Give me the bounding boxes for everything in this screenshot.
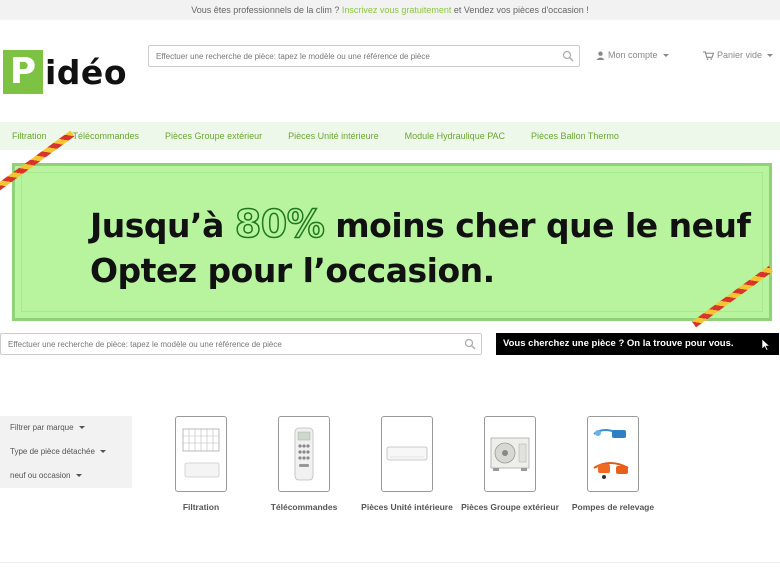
promo-banner[interactable]: Jusqu’à 80% moins cher que le neuf Optez… xyxy=(12,163,772,321)
nav-item-module-hydraulique[interactable]: Module Hydraulique PAC xyxy=(405,131,505,141)
category-label[interactable]: Pièces Unité intérieure xyxy=(352,501,462,513)
category-card-filtration[interactable]: Filtration xyxy=(146,416,256,513)
category-thumbnail[interactable] xyxy=(175,416,227,492)
pump-icon xyxy=(593,429,629,479)
banner-percentage: 80% xyxy=(234,201,325,247)
search-icon[interactable] xyxy=(464,338,476,350)
indoor-unit-icon xyxy=(386,446,428,461)
filter-brand-dropdown[interactable]: Filtrer par marque xyxy=(0,422,132,446)
banner-headline-end: moins cher que le neuf xyxy=(324,206,751,245)
banner-subheadline: Optez pour l’occasion. xyxy=(90,251,495,290)
header-search-input[interactable] xyxy=(149,46,579,67)
signup-link[interactable]: Inscrivez vous gratuitement xyxy=(342,5,452,15)
main-search-box xyxy=(0,333,482,355)
category-thumbnail[interactable] xyxy=(587,416,639,492)
category-thumbnail[interactable] xyxy=(381,416,433,492)
announcement-text-end: et Vendez vos pièces d'occasion ! xyxy=(451,5,589,15)
announcement-text: Vous êtes professionnels de la clim ? xyxy=(191,5,342,15)
header-search-box xyxy=(148,45,580,67)
banner-headline-start: Jusqu’à xyxy=(90,206,235,245)
category-label[interactable]: Pompes de relevage xyxy=(558,501,668,513)
chevron-down-icon xyxy=(662,53,669,57)
account-menu[interactable]: Mon compte xyxy=(596,50,669,60)
nav-item-unite-interieure[interactable]: Pièces Unité intérieure xyxy=(288,131,379,141)
cart-icon xyxy=(703,50,714,60)
category-card-groupe-exterieur[interactable]: Pièces Groupe extérieur xyxy=(455,416,565,513)
category-card-unite-interieure[interactable]: Pièces Unité intérieure xyxy=(352,416,462,513)
divider xyxy=(0,562,780,563)
account-label: Mon compte xyxy=(608,50,658,60)
part-request-label: Vous cherchez une pièce ? On la trouve p… xyxy=(503,338,734,349)
filter-part-type-dropdown[interactable]: Type de pièce détachée xyxy=(0,446,132,470)
nav-item-groupe-exterieur[interactable]: Pièces Groupe extérieur xyxy=(165,131,262,141)
main-search-input[interactable] xyxy=(1,334,481,355)
nav-item-telecommandes[interactable]: Télécommandes xyxy=(73,131,140,141)
logo-text: idéo xyxy=(45,52,127,92)
category-thumbnail[interactable] xyxy=(484,416,536,492)
search-icon[interactable] xyxy=(562,50,574,62)
category-label[interactable]: Filtration xyxy=(146,501,256,513)
filter-condition-dropdown[interactable]: neuf ou occasion xyxy=(0,470,132,494)
filter-panel: Filtrer par marque Type de pièce détaché… xyxy=(0,416,132,488)
category-thumbnail[interactable] xyxy=(278,416,330,492)
chevron-down-icon xyxy=(75,474,82,478)
cart-label: Panier vide xyxy=(717,50,763,60)
chevron-down-icon xyxy=(767,53,774,57)
filter-part-type-label: Type de pièce détachée xyxy=(10,447,95,456)
filter-condition-label: neuf ou occasion xyxy=(10,471,71,480)
chevron-down-icon xyxy=(78,426,85,430)
banner-headline: Jusqu’à 80% moins cher que le neuf xyxy=(90,201,751,247)
category-card-pompes-relevage[interactable]: Pompes de relevage xyxy=(558,416,668,513)
part-request-button[interactable]: Vous cherchez une pièce ? On la trouve p… xyxy=(496,333,779,355)
nav-item-filtration[interactable]: Filtration xyxy=(12,131,47,141)
category-card-telecommandes[interactable]: Télécommandes xyxy=(249,416,359,513)
top-announcement-bar: Vous êtes professionnels de la clim ? In… xyxy=(0,0,780,20)
cart-menu[interactable]: Panier vide xyxy=(703,50,774,60)
category-label[interactable]: Pièces Groupe extérieur xyxy=(455,501,565,513)
category-nav: Filtration Télécommandes Pièces Groupe e… xyxy=(0,122,780,150)
logo-letter: P xyxy=(3,50,43,94)
outdoor-unit-icon xyxy=(490,437,530,471)
filter-brand-label: Filtrer par marque xyxy=(10,423,74,432)
site-header: P idéo Mon compte Panier vide xyxy=(0,20,780,120)
remote-icon xyxy=(294,427,314,481)
category-label[interactable]: Télécommandes xyxy=(249,501,359,513)
site-logo[interactable]: P idéo xyxy=(3,50,127,94)
filter-icon xyxy=(182,428,220,478)
nav-item-ballon-thermo[interactable]: Pièces Ballon Thermo xyxy=(531,131,619,141)
cursor-icon xyxy=(761,338,771,351)
user-icon xyxy=(596,51,605,60)
chevron-down-icon xyxy=(99,450,106,454)
